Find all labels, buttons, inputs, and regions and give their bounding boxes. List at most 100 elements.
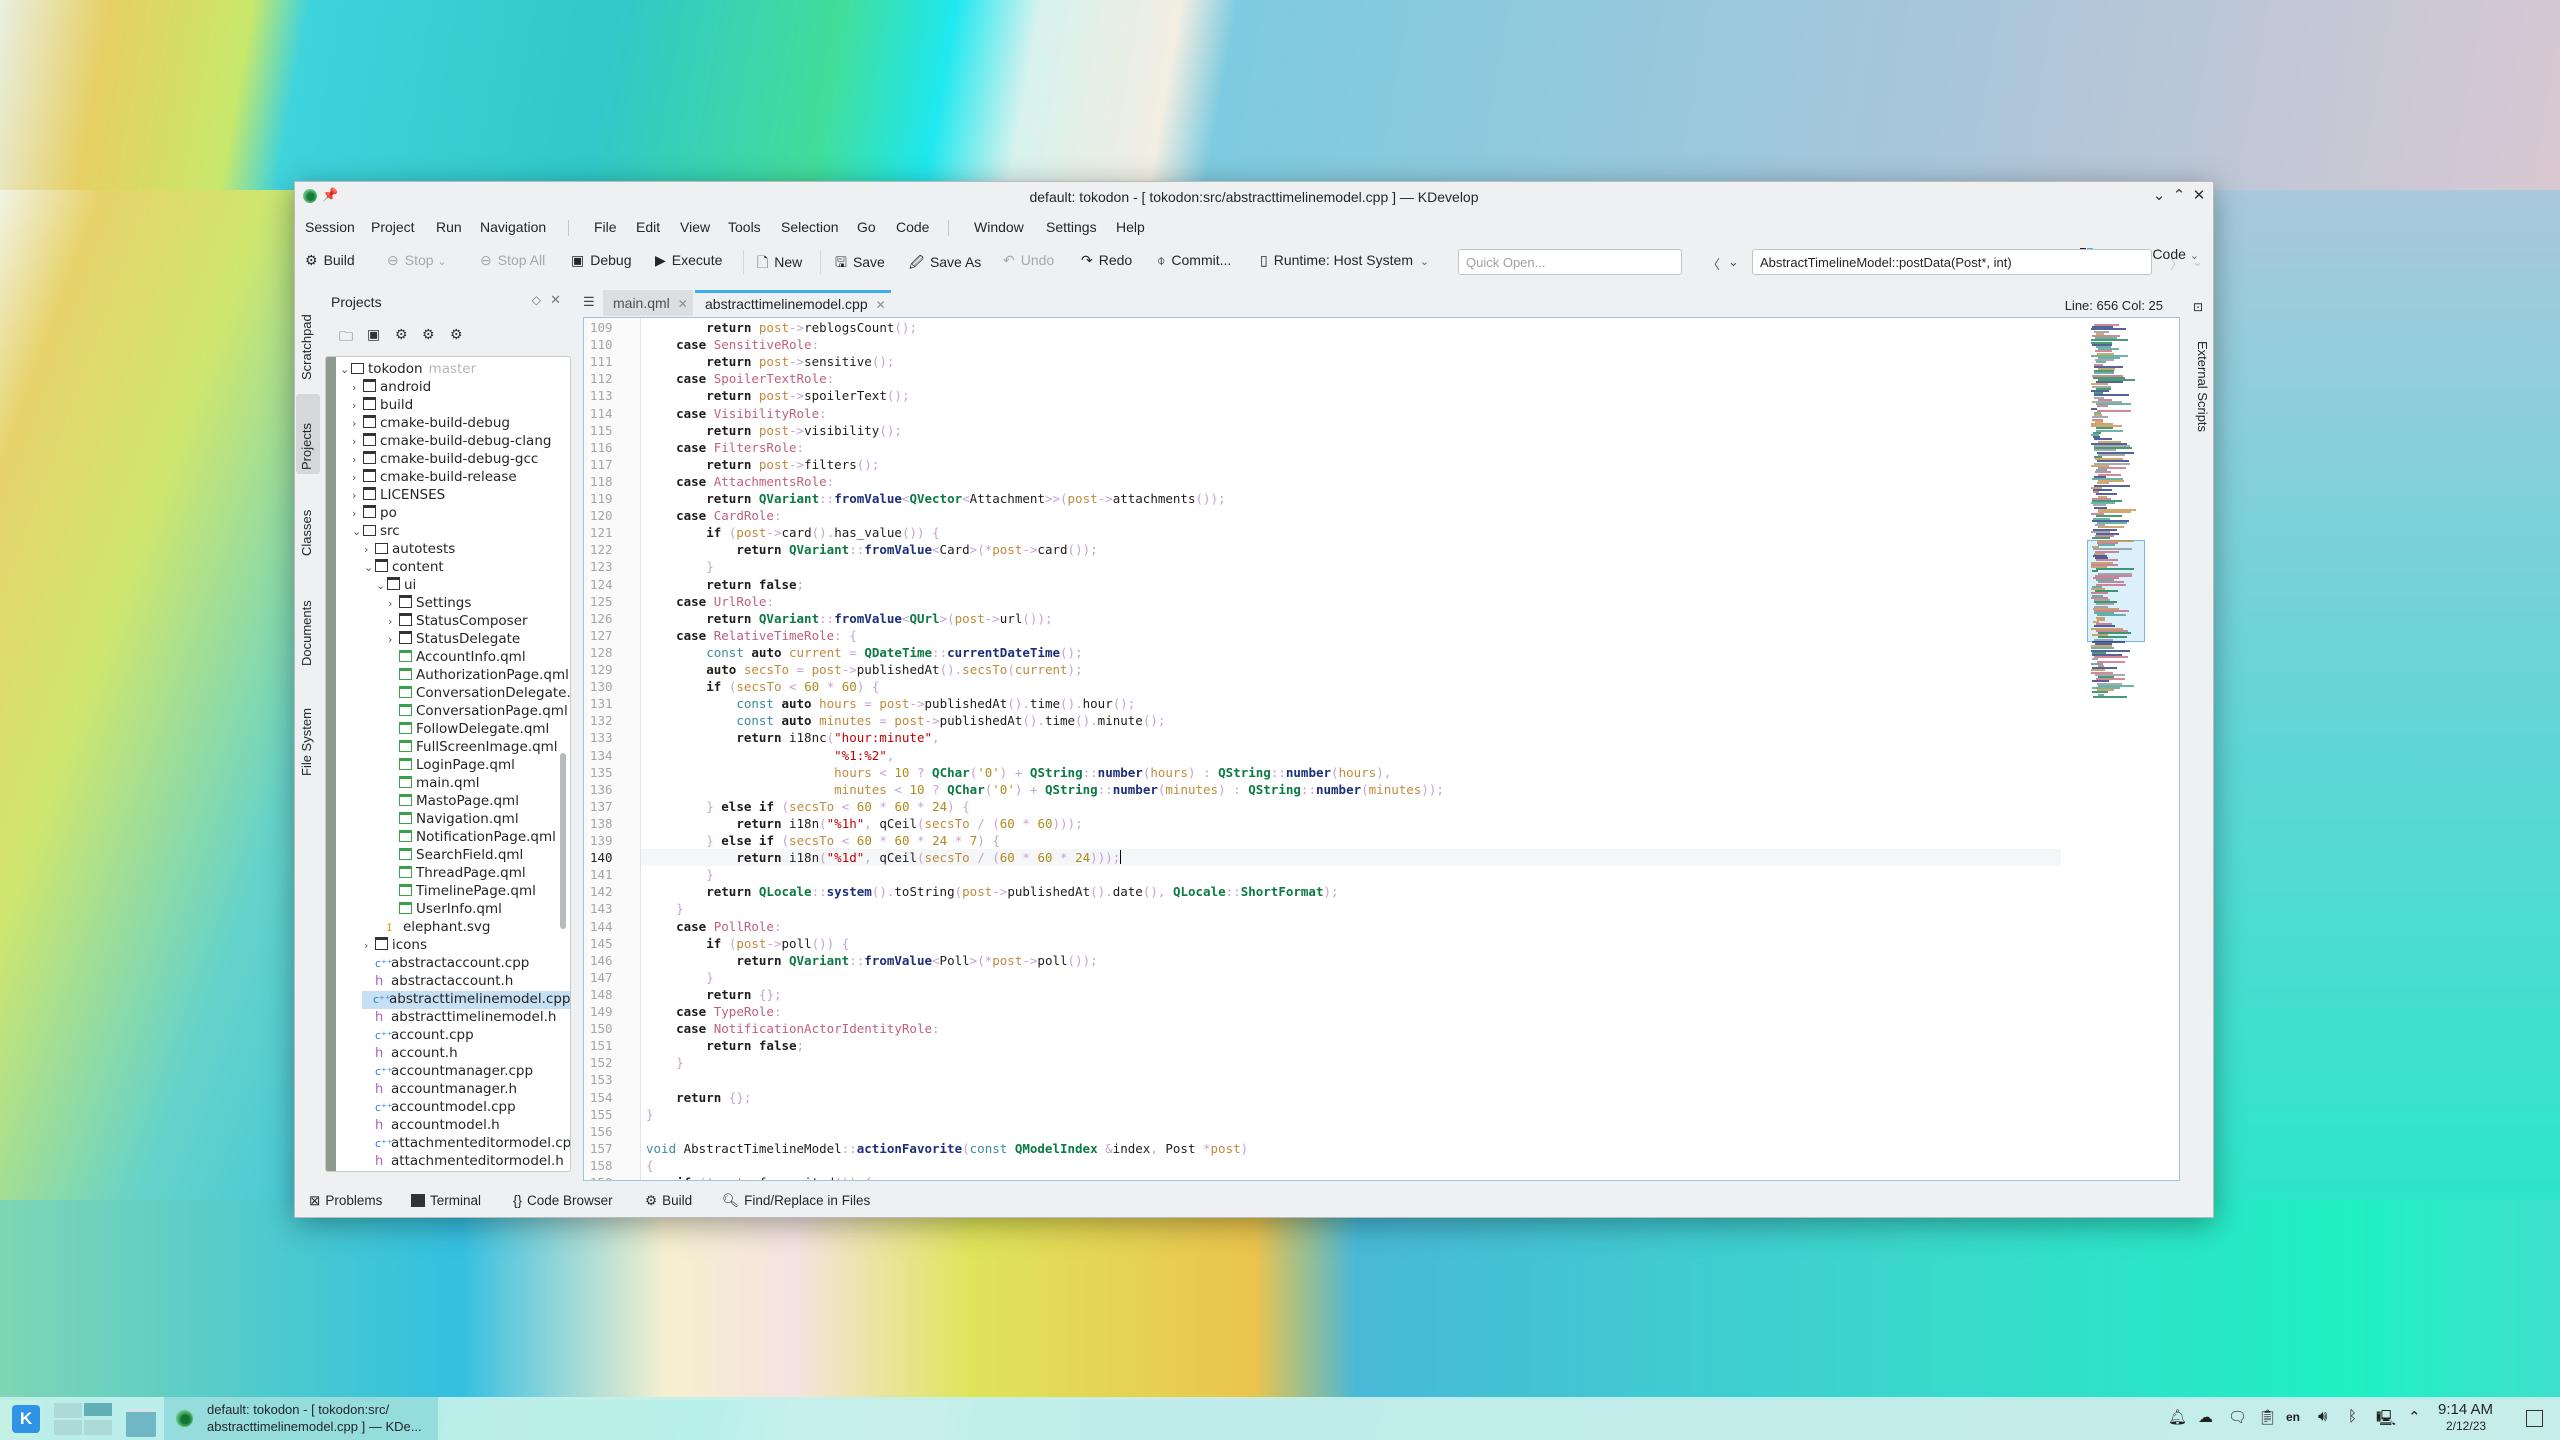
tab-find-replace[interactable]: 🔍︎ Find/Replace in Files: [722, 1193, 870, 1209]
code-line[interactable]: return false;: [646, 1038, 804, 1053]
tree-item[interactable]: ThreadPage.qml: [388, 865, 526, 883]
tab-terminal[interactable]: Terminal: [411, 1193, 481, 1208]
tree-item[interactable]: › StatusDelegate: [388, 631, 520, 649]
code-line[interactable]: hours < 10 ? QChar('0') + QString::numbe…: [646, 765, 1391, 780]
tab-build[interactable]: ⚙ Build: [645, 1193, 692, 1209]
close-panel-icon[interactable]: ✕: [550, 292, 561, 308]
menu-file[interactable]: File: [594, 219, 617, 235]
tree-item[interactable]: › autotests: [364, 541, 455, 559]
maximize-button[interactable]: ⌃: [2169, 186, 2189, 204]
code-line[interactable]: }: [646, 1055, 684, 1070]
tree-item[interactable]: › icons: [364, 937, 427, 955]
stop-button[interactable]: ⊖ Stop ⌄: [387, 252, 447, 269]
code-line[interactable]: } else if (secsTo < 60 * 60 * 24) {: [646, 799, 970, 814]
code-line[interactable]: const auto hours = post->publishedAt().t…: [646, 696, 1135, 711]
code-editor[interactable]: 109 110 111 112 113 114 115 116 117 118 119 120 121 1…: [583, 317, 2180, 1181]
document-list-icon[interactable]: ☰: [583, 294, 595, 310]
notifications-bell-icon[interactable]: 🔔︎: [2168, 1408, 2187, 1426]
expand-arrow-icon[interactable]: ›: [364, 543, 375, 556]
context-browser-field[interactable]: AbstractTimelineModel::postData(Post*, i…: [1752, 249, 2152, 275]
expand-arrow-icon[interactable]: ›: [352, 489, 363, 502]
clock-date[interactable]: 2/12/23: [2446, 1419, 2486, 1433]
code-line[interactable]: if (!post->favourited()) {: [646, 1175, 872, 1180]
nav-forward-icon[interactable]: 〉: [2170, 254, 2183, 273]
nav-forward-dropdown[interactable]: ⌄: [2192, 254, 2203, 270]
quick-open-input[interactable]: Quick Open...: [1458, 249, 1682, 275]
tree-item[interactable]: ⌄ ui: [376, 577, 416, 595]
code-line[interactable]: case FiltersRole:: [646, 440, 804, 455]
code-line[interactable]: return i18n("%1d", qCeil(secsTo / (60 * …: [646, 850, 1122, 865]
messages-icon[interactable]: 🗨︎: [2228, 1408, 2247, 1426]
tree-item[interactable]: c⁺⁺abstractaccount.cpp: [364, 955, 529, 973]
tree-item[interactable]: ɪ elephant.svg: [376, 919, 491, 937]
tree-item[interactable]: › cmake-build-debug-gcc: [352, 451, 538, 469]
code-line[interactable]: case TypeRole:: [646, 1004, 781, 1019]
code-line[interactable]: case SensitiveRole:: [646, 337, 819, 352]
tree-item[interactable]: c⁺⁺account.cpp: [364, 1027, 474, 1045]
new-button[interactable]: 🗋 New: [757, 252, 802, 276]
tree-item[interactable]: AuthorizationPage.qml: [388, 667, 569, 685]
tree-item[interactable]: › cmake-build-release: [352, 469, 517, 487]
show-desktop-button[interactable]: [2526, 1410, 2543, 1427]
tree-item[interactable]: NotificationPage.qml: [388, 829, 556, 847]
tree-item[interactable]: Navigation.qml: [388, 811, 519, 829]
build-button[interactable]: ⚙ Build: [305, 252, 355, 269]
task-kdevelop[interactable]: default: tokodon - [ tokodon:src/ abstra…: [164, 1397, 438, 1440]
expand-arrow-icon[interactable]: ›: [388, 633, 399, 646]
menu-help[interactable]: Help: [1116, 219, 1145, 235]
nav-history-dropdown[interactable]: ⌄: [1728, 254, 1739, 270]
undo-button[interactable]: ↶ Undo: [1003, 252, 1054, 269]
menu-project[interactable]: Project: [371, 219, 415, 235]
tree-item[interactable]: UserInfo.qml: [388, 901, 502, 919]
commit-button[interactable]: ⌽ Commit...: [1157, 252, 1231, 269]
code-line[interactable]: if (post->card().has_value()) {: [646, 525, 939, 540]
bluetooth-icon[interactable]: ᛒ: [2348, 1408, 2357, 1425]
tree-item[interactable]: FollowDelegate.qml: [388, 721, 549, 739]
tree-item[interactable]: › Settings: [388, 595, 471, 613]
terminal-script-icon[interactable]: ⊡: [2193, 300, 2203, 314]
code-line[interactable]: case NotificationActorIdentityRole:: [646, 1021, 939, 1036]
expand-arrow-icon[interactable]: ›: [352, 381, 363, 394]
execute-button[interactable]: ▶ Execute: [655, 252, 722, 269]
tree-item[interactable]: h abstracttimelinemodel.h: [364, 1009, 556, 1027]
tree-item[interactable]: › android: [352, 379, 431, 397]
tree-item[interactable]: › po: [352, 505, 397, 523]
tree-item[interactable]: ⌄ content: [364, 559, 444, 577]
tray-expand-icon[interactable]: ⌃: [2408, 1408, 2421, 1426]
collapse-arrow-icon[interactable]: ⌄: [352, 525, 363, 538]
debug-button[interactable]: ▣ Debug: [571, 252, 632, 269]
tab-problems[interactable]: ⊠ Problems: [309, 1193, 382, 1209]
float-panel-icon[interactable]: ◇: [532, 293, 541, 307]
code-line[interactable]: return i18nc("hour:minute",: [646, 730, 939, 745]
tree-item[interactable]: ⌄ tokodon master: [340, 361, 476, 379]
code-line[interactable]: void AbstractTimelineModel::actionFavori…: [646, 1141, 1248, 1156]
menu-code[interactable]: Code: [896, 219, 929, 235]
tree-item[interactable]: › cmake-build-debug-clang: [352, 433, 551, 451]
close-tab-icon[interactable]: ✕: [678, 297, 688, 311]
menu-settings[interactable]: Settings: [1046, 219, 1097, 235]
tree-item[interactable]: MastoPage.qml: [388, 793, 519, 811]
menu-view[interactable]: View: [680, 219, 710, 235]
configure-icon[interactable]: ⚙: [395, 326, 408, 343]
title-bar[interactable]: 📌 default: tokodon - [ tokodon:src/abstr…: [295, 182, 2213, 212]
tree-item[interactable]: FullScreenImage.qml: [388, 739, 558, 757]
tab-abstracttimelinemodel-cpp[interactable]: abstracttimelinemodel.cpp ✕: [695, 290, 891, 316]
tree-item[interactable]: › cmake-build-debug: [352, 415, 510, 433]
expand-arrow-icon[interactable]: ›: [352, 417, 363, 430]
install-target-icon[interactable]: ⚙: [450, 326, 463, 343]
tree-item[interactable]: c⁺⁺accountmanager.cpp: [364, 1063, 533, 1081]
tree-item[interactable]: c⁺⁺accountmodel.cpp: [364, 1099, 516, 1117]
save-as-button[interactable]: 🖉 Save As: [909, 252, 981, 276]
code-line[interactable]: const auto minutes = post->publishedAt()…: [646, 713, 1165, 728]
tree-item[interactable]: AccountInfo.qml: [388, 649, 526, 667]
code-line[interactable]: case UrlRole:: [646, 594, 774, 609]
code-line[interactable]: return {};: [646, 1090, 751, 1105]
code-line[interactable]: return post->reblogsCount();: [646, 320, 917, 335]
collapse-arrow-icon[interactable]: ⌄: [364, 561, 375, 574]
application-launcher[interactable]: K: [12, 1405, 40, 1433]
code-line[interactable]: return i18n("%1h", qCeil(secsTo / (60 * …: [646, 816, 1082, 831]
tab-scratchpad[interactable]: Scratchpad: [296, 288, 320, 384]
menu-window[interactable]: Window: [974, 219, 1024, 235]
tree-item[interactable]: c⁺⁺abstracttimelinemodel.cpp: [362, 991, 570, 1009]
code-line[interactable]: case PollRole:: [646, 919, 781, 934]
